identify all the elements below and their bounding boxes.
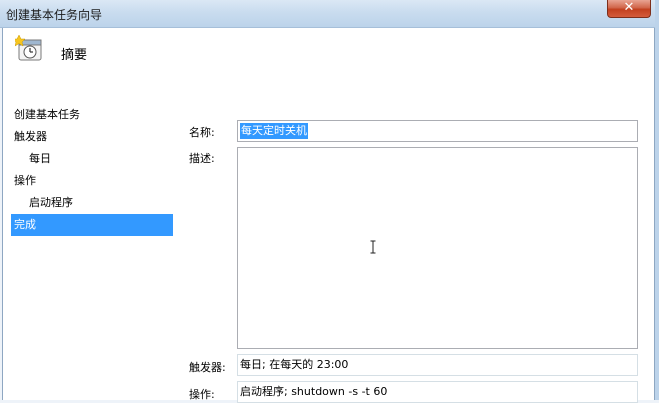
name-input[interactable]: 每天定时关机 (237, 120, 638, 142)
trigger-summary-value: 每日; 在每天的 23:00 (240, 358, 349, 371)
description-label: 描述: (189, 152, 215, 165)
close-button[interactable]: ✕ (607, 0, 651, 18)
window-title: 创建基本任务向导 (6, 8, 103, 22)
nav-step-finish[interactable]: 完成 (11, 214, 173, 236)
wizard-steps-nav: 创建基本任务 触发器 每日 操作 启动程序 完成 (11, 104, 173, 236)
nav-step-create-basic-task[interactable]: 创建基本任务 (11, 104, 173, 126)
action-summary-value: 启动程序; shutdown -s -t 60 (240, 385, 388, 398)
text-cursor-icon (370, 240, 376, 254)
title-bar: 创建基本任务向导 ✕ (0, 0, 659, 28)
name-input-value: 每天定时关机 (240, 123, 308, 139)
name-label: 名称: (189, 126, 215, 139)
trigger-summary-field: 每日; 在每天的 23:00 (237, 354, 638, 376)
nav-step-daily[interactable]: 每日 (11, 148, 173, 170)
page-title: 摘要 (61, 48, 88, 63)
nav-step-start-program[interactable]: 启动程序 (11, 192, 173, 214)
trigger-label: 触发器: (189, 361, 226, 374)
close-icon: ✕ (623, 0, 635, 15)
description-textarea[interactable] (237, 147, 638, 349)
wizard-client-area: 摘要 创建基本任务 触发器 每日 操作 启动程序 完成 名称: 每天定时关机 描… (2, 28, 655, 403)
window-right-border (655, 0, 659, 400)
nav-step-trigger[interactable]: 触发器 (11, 126, 173, 148)
task-clock-icon (15, 34, 42, 61)
nav-step-action[interactable]: 操作 (11, 170, 173, 192)
